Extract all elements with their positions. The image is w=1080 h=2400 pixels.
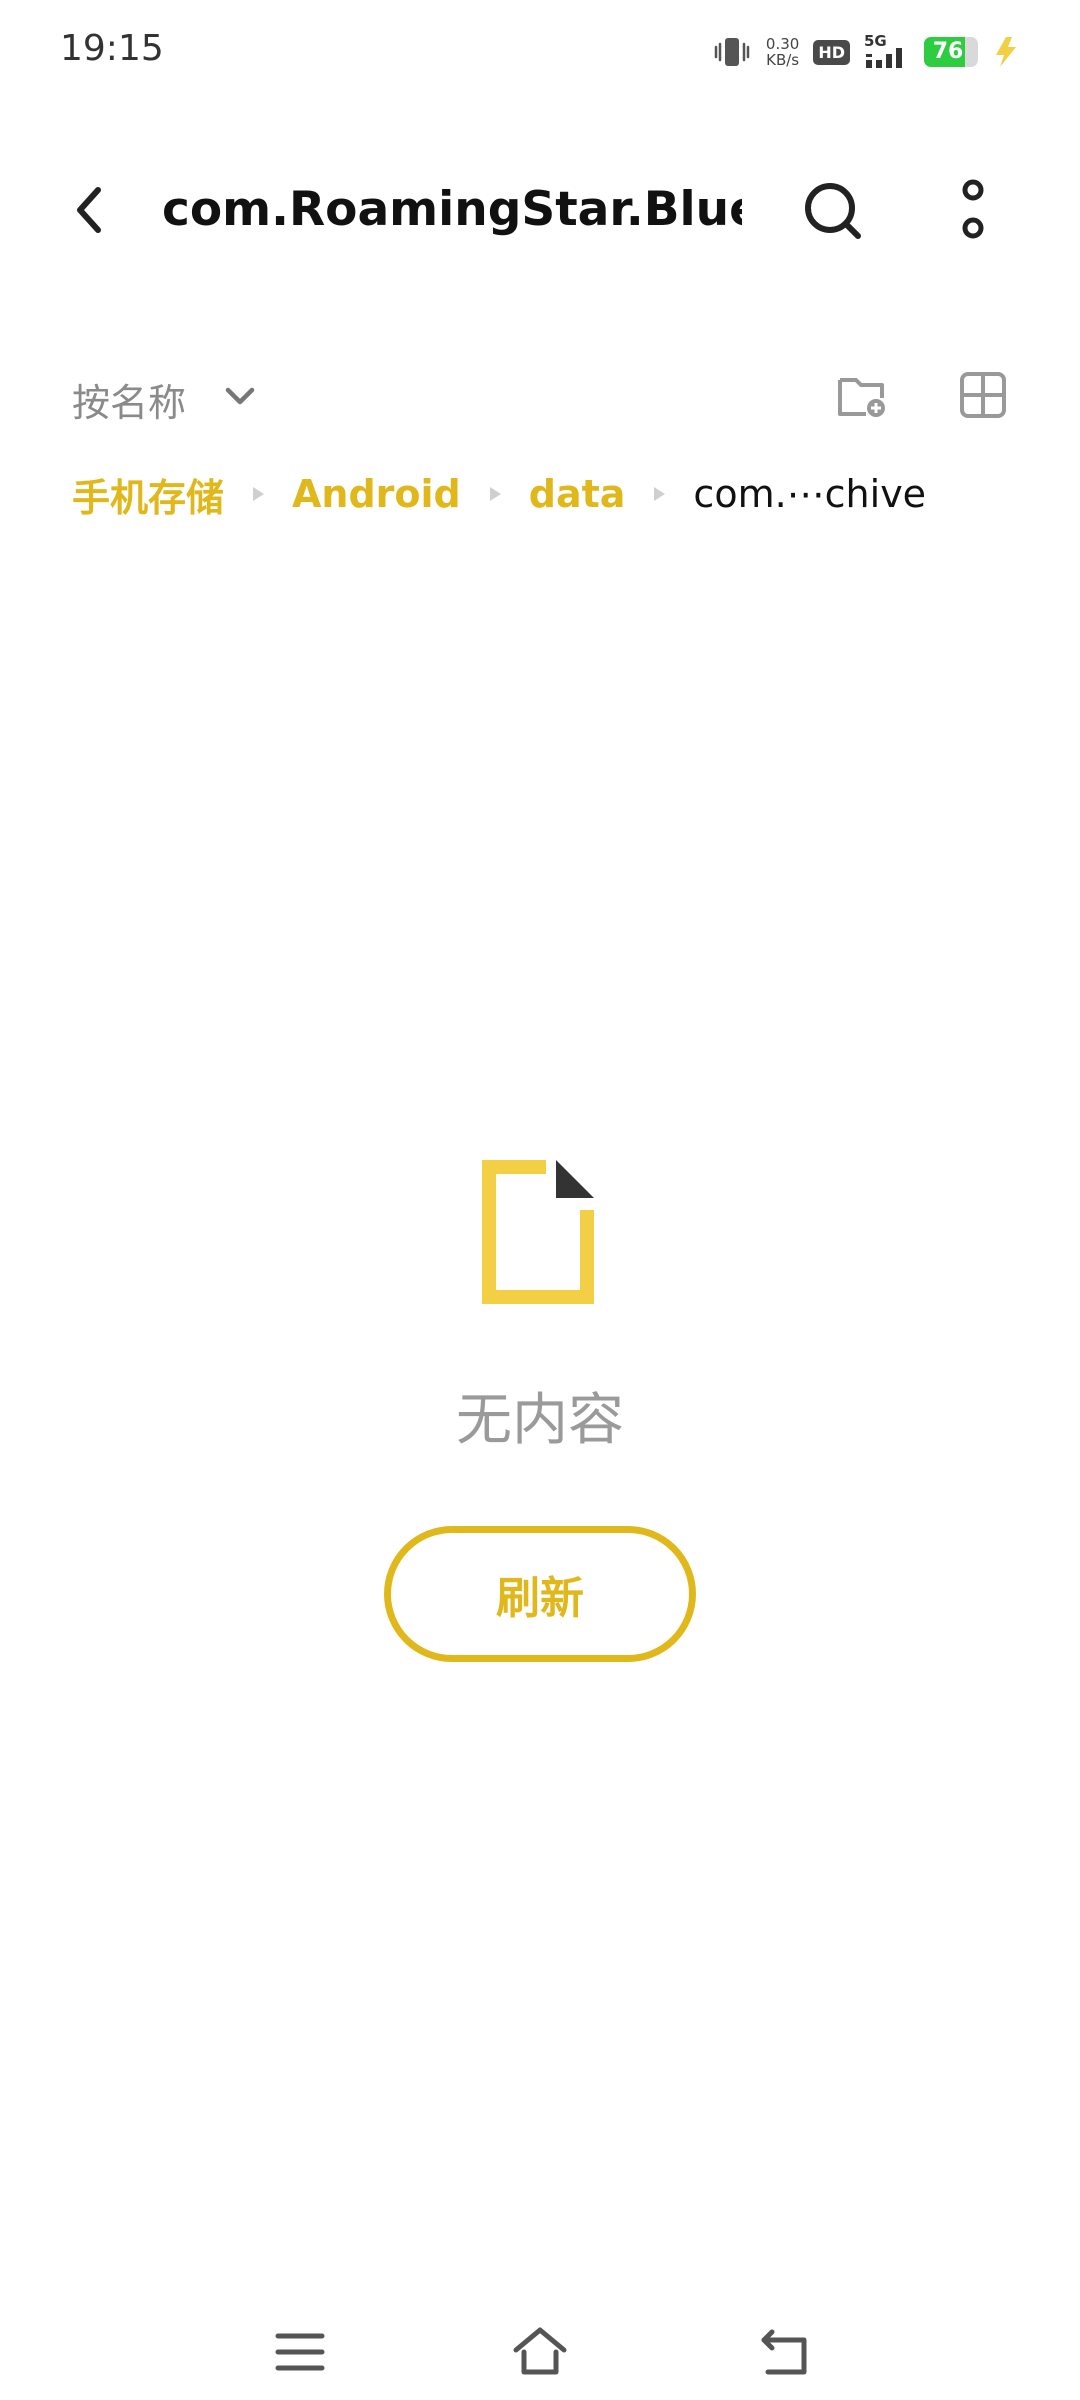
sort-toolbar: 按名称 xyxy=(0,360,1080,430)
status-bar: 19:15 0.30 KB/s HD 5G 76 xyxy=(0,0,1080,100)
new-folder-icon[interactable] xyxy=(836,370,888,422)
page-title: com.RoamingStar.Blue⋯ xyxy=(162,182,742,237)
search-icon[interactable] xyxy=(800,178,866,244)
status-icons: 0.30 KB/s HD 5G 76 xyxy=(712,30,1020,74)
grid-view-icon[interactable] xyxy=(958,370,1008,420)
battery-icon: 76 xyxy=(924,37,978,67)
more-vertical-icon[interactable] xyxy=(940,178,1006,244)
breadcrumb-separator-icon xyxy=(253,487,265,501)
empty-file-icon xyxy=(482,1160,594,1304)
network-speed-value: 0.30 xyxy=(765,35,800,53)
navigation-bar xyxy=(0,2300,1080,2400)
vibrate-icon xyxy=(714,38,750,66)
breadcrumb-separator-icon xyxy=(489,487,501,501)
sort-dropdown-label[interactable]: 按名称 xyxy=(72,372,186,427)
breadcrumb-item-android[interactable]: Android xyxy=(292,472,461,516)
breadcrumb-item-data[interactable]: data xyxy=(529,472,626,516)
breadcrumb-item-phone-storage[interactable]: 手机存储 xyxy=(72,467,224,522)
charging-icon xyxy=(996,37,1016,67)
network-speed-unit: KB/s xyxy=(766,51,800,69)
menu-icon[interactable] xyxy=(270,2322,330,2382)
app-bar: com.RoamingStar.Blue⋯ xyxy=(0,160,1080,260)
network-speed: 0.30 KB/s xyxy=(766,36,799,68)
home-icon[interactable] xyxy=(510,2322,570,2382)
breadcrumb-item-current: com.⋯chive xyxy=(693,472,927,516)
hd-icon: HD xyxy=(813,39,850,65)
empty-message: 无内容 xyxy=(456,1388,624,1453)
back-icon[interactable] xyxy=(756,2322,816,2382)
status-time: 19:15 xyxy=(60,28,164,69)
refresh-button[interactable]: 刷新 xyxy=(384,1526,696,1662)
breadcrumb-separator-icon xyxy=(654,487,666,501)
battery-level: 76 xyxy=(932,39,964,64)
back-arrow-icon[interactable] xyxy=(60,180,120,240)
signal-icon: 5G xyxy=(864,34,910,70)
chevron-down-icon[interactable] xyxy=(222,378,258,414)
breadcrumb: 手机存储 Android data com.⋯chive xyxy=(72,466,926,522)
